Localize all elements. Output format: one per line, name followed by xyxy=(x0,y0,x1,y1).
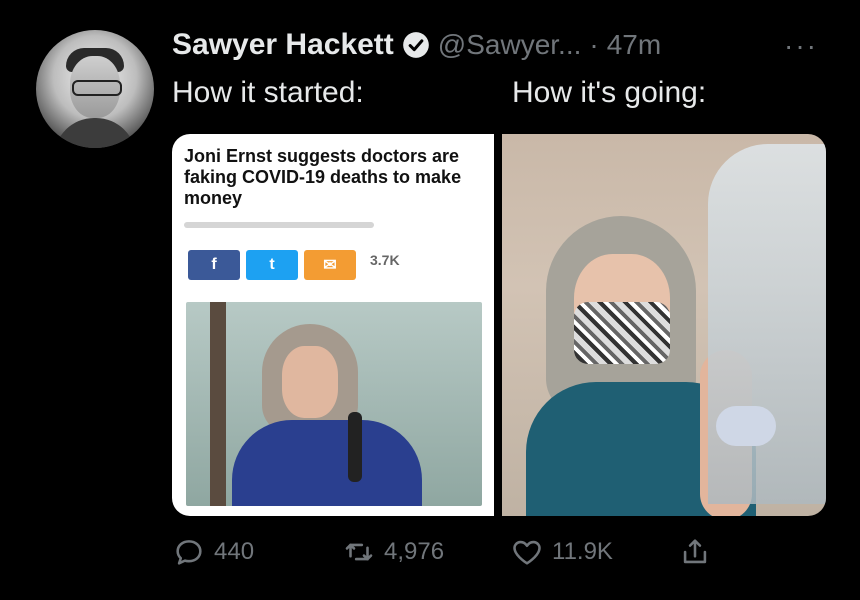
article-byline-placeholder xyxy=(184,222,374,228)
author-handle[interactable]: @Sawyer... xyxy=(438,29,582,61)
share-button-facebook: f xyxy=(188,250,240,280)
media-left-article-screenshot[interactable]: Joni Ernst suggests doctors are faking C… xyxy=(172,134,494,516)
photo-background-pole xyxy=(210,302,226,506)
verified-badge-icon xyxy=(402,32,429,58)
healthcare-worker-gown xyxy=(708,144,826,504)
avatar-shirt xyxy=(54,118,136,148)
caption-left: How it started: xyxy=(172,76,364,109)
email-icon: ✉ xyxy=(323,257,337,274)
author-name[interactable]: Sawyer Hackett xyxy=(172,28,394,62)
share-icon xyxy=(683,539,707,564)
facebook-icon: f xyxy=(211,256,217,273)
retweet-count: 4,976 xyxy=(384,538,445,565)
face-mask xyxy=(574,302,670,364)
healthcare-worker-glove xyxy=(716,406,776,446)
photo-person-body xyxy=(232,420,422,506)
reply-button[interactable]: 440 xyxy=(172,532,254,572)
article-share-count: 3.7K xyxy=(370,252,400,268)
microphone xyxy=(348,412,362,482)
more-options-icon[interactable]: ··· xyxy=(784,30,818,62)
retweet-button[interactable]: 4,976 xyxy=(342,532,444,572)
tweet-media[interactable]: Joni Ernst suggests doctors are faking C… xyxy=(172,134,826,516)
media-right-vaccination-photo[interactable] xyxy=(502,134,826,516)
caption-right: How it's going: xyxy=(512,76,707,109)
share-button-email: ✉ xyxy=(304,250,356,280)
like-button[interactable]: 11.9K xyxy=(510,532,613,572)
share-button[interactable] xyxy=(678,532,712,572)
heart-icon xyxy=(513,540,541,565)
twitter-icon: t xyxy=(269,256,275,273)
tweet-header: Sawyer Hackett @Sawyer... · 47m xyxy=(172,24,661,66)
share-button-twitter: t xyxy=(246,250,298,280)
separator-dot: · xyxy=(589,29,599,60)
article-headline: Joni Ernst suggests doctors are faking C… xyxy=(184,146,462,208)
timestamp[interactable]: 47m xyxy=(607,29,661,61)
avatar[interactable] xyxy=(36,30,154,148)
like-count: 11.9K xyxy=(552,538,613,565)
photo-person-face xyxy=(282,346,338,418)
reply-count: 440 xyxy=(214,538,255,565)
avatar-glasses xyxy=(72,80,122,96)
tweet-actions: 440 4,976 11.9K xyxy=(172,532,732,572)
retweet-icon xyxy=(345,543,373,561)
article-photo xyxy=(186,302,482,506)
reply-icon xyxy=(176,540,202,565)
